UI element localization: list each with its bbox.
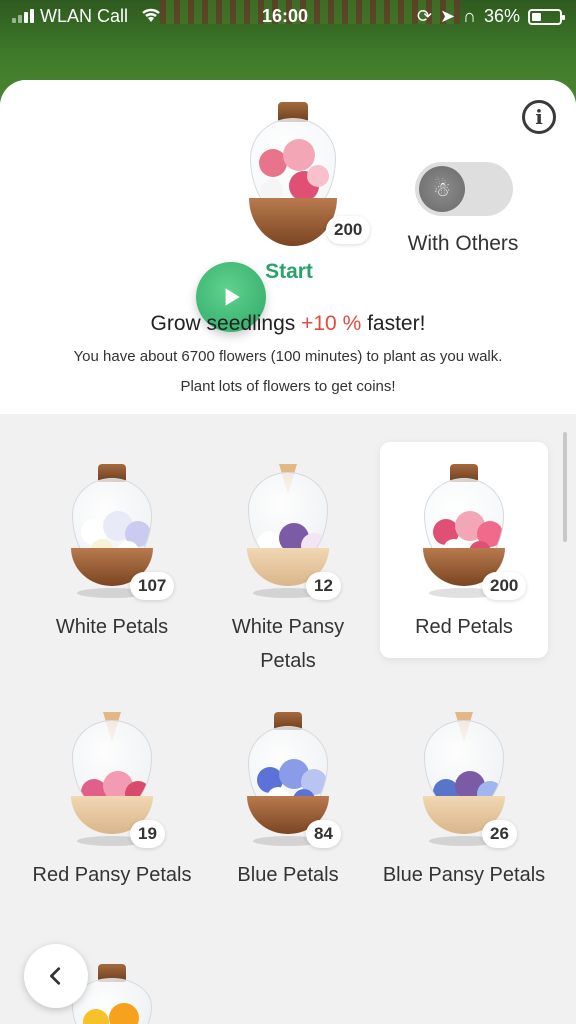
walking-people-icon: ☃ — [419, 166, 465, 212]
signal-icon — [12, 9, 34, 23]
coins-hint-text: Plant lots of flowers to get coins! — [180, 378, 396, 395]
battery-icon — [528, 8, 565, 25]
location-icon: ➤ — [439, 6, 456, 26]
seedling-count-badge: 19 — [130, 820, 165, 848]
seedling-card[interactable]: 84 Blue Petals — [204, 690, 372, 906]
hero-panel: i 200 Start ☃ With Others Grow seedlings… — [0, 80, 576, 414]
seedling-count-badge: 84 — [306, 820, 341, 848]
scrollbar[interactable] — [563, 432, 567, 542]
seedling-label: Blue Petals — [237, 864, 339, 886]
seedling-card[interactable]: 26 Blue Pansy Petals — [380, 690, 548, 906]
back-button[interactable] — [24, 944, 88, 1008]
boost-headline: Grow seedlings +10 % faster! — [150, 312, 426, 335]
chevron-left-icon — [50, 967, 61, 985]
seedling-card[interactable]: 19 Red Pansy Petals — [28, 690, 196, 906]
play-icon — [225, 288, 240, 306]
status-bar: WLAN Call 16:00 ⟳ ➤ ∩ 36% — [0, 0, 576, 32]
carrier-label: WLAN Call — [40, 6, 129, 26]
planting-sheet: i 200 Start ☃ With Others Grow seedlings… — [0, 80, 576, 1024]
headphones-icon: ∩ — [463, 6, 476, 26]
seedling-count-badge: 200 — [482, 572, 527, 600]
seedling-label: Blue Pansy Petals — [382, 864, 546, 886]
seedling-count-badge: 26 — [482, 820, 517, 848]
seedling-card[interactable]: 107 White Petals — [28, 442, 196, 658]
seedling-card[interactable]: 200 Red Petals — [380, 442, 548, 658]
selected-count-badge: 200 — [326, 216, 371, 244]
start-label: Start — [265, 260, 313, 283]
boost-percent: +10 % — [301, 312, 362, 335]
battery-percent: 36% — [483, 6, 520, 26]
info-icon[interactable]: i — [522, 100, 556, 134]
seedling-label: Red Pansy Petals — [32, 864, 192, 886]
seedling-card[interactable]: 12 White Pansy Petals — [204, 442, 372, 672]
clock: 16:00 — [262, 6, 309, 26]
seedling-label: White Pansy Petals — [231, 616, 345, 672]
seedling-label: Red Petals — [415, 616, 513, 638]
with-others-toggle[interactable]: ☃ — [415, 162, 513, 216]
flowers-remaining-text: You have about 6700 flowers (100 minutes… — [73, 348, 503, 365]
seedling-count-badge: 107 — [130, 572, 175, 600]
seedling-label: White Petals — [55, 616, 169, 638]
wifi-icon — [140, 6, 162, 29]
selected-seedling-bottle — [248, 102, 338, 252]
seedling-count-badge: 12 — [306, 572, 341, 600]
with-others-label: With Others — [407, 232, 519, 255]
rotation-lock-icon: ⟳ — [416, 6, 432, 26]
